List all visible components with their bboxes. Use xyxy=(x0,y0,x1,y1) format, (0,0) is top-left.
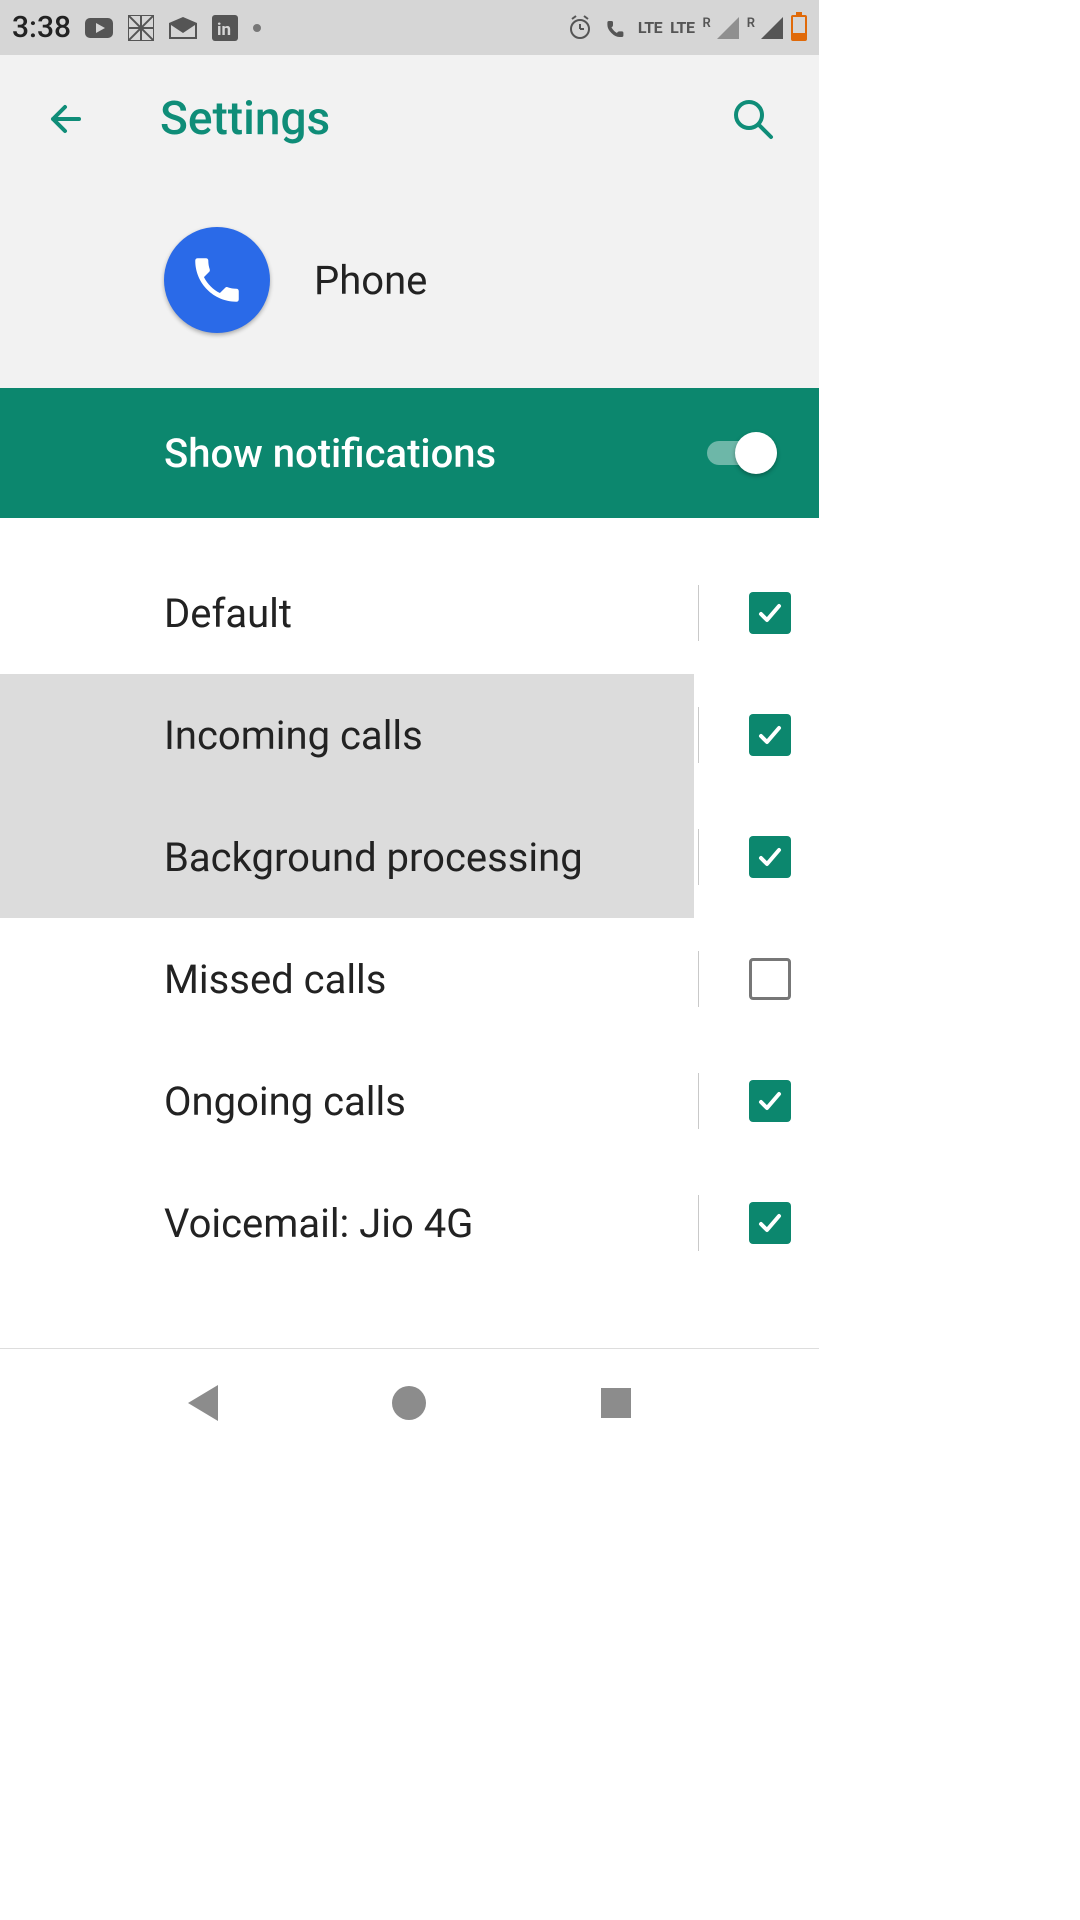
channel-checkbox-area[interactable] xyxy=(721,674,819,796)
channel-row: Incoming calls xyxy=(0,674,819,796)
channel-checkbox-area[interactable] xyxy=(721,1162,819,1284)
system-nav-bar xyxy=(0,1348,819,1456)
channel-label: Background processing xyxy=(164,834,583,881)
channel-checkbox-area[interactable] xyxy=(721,552,819,674)
divider xyxy=(698,585,699,641)
channel-label-area[interactable]: Ongoing calls xyxy=(0,1040,694,1162)
channel-row: Background processing xyxy=(0,796,819,918)
channel-row: Ongoing calls xyxy=(0,1040,819,1162)
back-button[interactable] xyxy=(42,95,90,143)
nav-home-button[interactable] xyxy=(379,1373,439,1433)
lte1-label: LTE xyxy=(638,18,662,37)
channel-checkbox-area[interactable] xyxy=(721,1040,819,1162)
channel-label: Missed calls xyxy=(164,956,386,1003)
channel-row: Voicemail: Jio 4G xyxy=(0,1162,819,1284)
channel-checkbox[interactable] xyxy=(749,836,791,878)
nav-back-icon xyxy=(188,1385,218,1421)
volte-icon xyxy=(602,14,630,42)
channel-label: Ongoing calls xyxy=(164,1078,406,1125)
check-icon xyxy=(755,842,785,872)
notification-channel-list: Default Incoming calls Background processi… xyxy=(0,518,819,1348)
channel-checkbox[interactable] xyxy=(749,958,791,1000)
battery-icon xyxy=(791,15,807,41)
nav-back-button[interactable] xyxy=(173,1373,233,1433)
show-notifications-row[interactable]: Show notifications xyxy=(0,388,819,518)
divider xyxy=(698,1195,699,1251)
check-icon xyxy=(755,720,785,750)
signal1-icon xyxy=(717,17,739,39)
nav-recent-icon xyxy=(601,1388,631,1418)
channel-checkbox[interactable] xyxy=(749,1080,791,1122)
channel-row: Missed calls xyxy=(0,918,819,1040)
hash-icon xyxy=(127,14,155,42)
channel-label: Voicemail: Jio 4G xyxy=(164,1200,473,1247)
channel-checkbox-area[interactable] xyxy=(721,796,819,918)
arrow-left-icon xyxy=(45,98,87,140)
status-bar: 3:38 in LTE LTE R xyxy=(0,0,819,55)
channel-checkbox[interactable] xyxy=(749,1202,791,1244)
app-name-label: Phone xyxy=(314,257,427,304)
check-icon xyxy=(755,1086,785,1116)
app-header: Phone xyxy=(0,182,819,388)
channel-checkbox[interactable] xyxy=(749,592,791,634)
channel-checkbox-area[interactable] xyxy=(721,918,819,1040)
mail-icon xyxy=(169,14,197,42)
channel-label-area[interactable]: Background processing xyxy=(0,796,694,918)
check-icon xyxy=(755,1208,785,1238)
channel-label: Incoming calls xyxy=(164,712,423,759)
nav-recent-button[interactable] xyxy=(586,1373,646,1433)
alarm-icon xyxy=(566,14,594,42)
divider xyxy=(698,829,699,885)
more-notifications-icon xyxy=(253,24,261,32)
svg-text:in: in xyxy=(217,20,231,40)
channel-row: Default xyxy=(0,552,819,674)
nav-home-icon xyxy=(392,1386,426,1420)
youtube-icon xyxy=(85,14,113,42)
page-title: Settings xyxy=(160,92,729,146)
channel-label-area[interactable]: Incoming calls xyxy=(0,674,694,796)
status-time: 3:38 xyxy=(12,10,71,45)
phone-icon xyxy=(188,251,246,309)
linkedin-icon: in xyxy=(211,14,239,42)
channel-label-area[interactable]: Missed calls xyxy=(0,918,694,1040)
app-bar: Settings xyxy=(0,55,819,182)
channel-label-area[interactable]: Voicemail: Jio 4G xyxy=(0,1162,694,1284)
channel-label: Default xyxy=(164,590,292,637)
divider xyxy=(698,707,699,763)
signal2-icon xyxy=(761,17,783,39)
show-notifications-label: Show notifications xyxy=(164,430,707,477)
roaming1-label: R xyxy=(702,16,710,31)
roaming2-label: R xyxy=(747,16,755,31)
show-notifications-switch[interactable] xyxy=(707,432,777,474)
search-button[interactable] xyxy=(729,95,777,143)
search-icon xyxy=(731,97,775,141)
lte2-label: LTE xyxy=(670,18,694,37)
check-icon xyxy=(755,598,785,628)
channel-label-area[interactable]: Default xyxy=(0,552,694,674)
divider xyxy=(698,951,699,1007)
app-icon xyxy=(164,227,270,333)
divider xyxy=(698,1073,699,1129)
channel-checkbox[interactable] xyxy=(749,714,791,756)
